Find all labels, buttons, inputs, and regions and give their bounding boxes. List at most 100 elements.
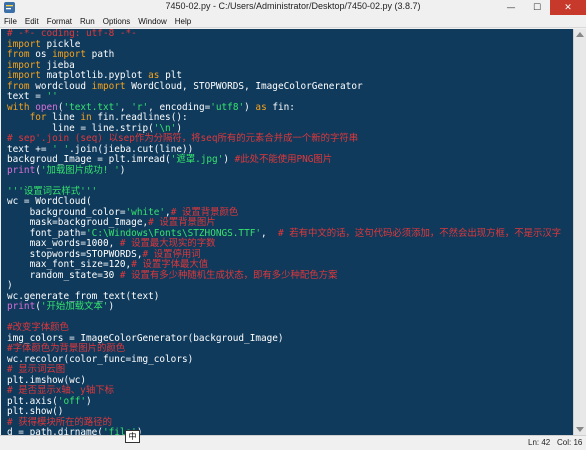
code-token: # 设置背景颜色 — [170, 206, 239, 218]
code-token: ) — [223, 154, 235, 165]
code-token: ) — [86, 395, 92, 407]
code-token: print — [7, 301, 36, 312]
code-token: wc = WordCloud( — [7, 196, 92, 207]
code-line[interactable]: print('加载图片成功! ') — [7, 164, 561, 177]
code-token: import — [7, 70, 41, 81]
code-line[interactable]: random_state=30 # 设置有多少种随机生成状态，即有多少种配色方案 — [7, 269, 561, 282]
code-token: ) — [119, 164, 126, 176]
code-token: plt.axis( — [7, 395, 58, 407]
code-token: # 若有中文的话，这句代码必须添加，不然会出现方框，不是示汉字 — [266, 227, 562, 239]
menu-run[interactable]: Run — [80, 17, 95, 26]
code-text[interactable]: # -*- coding: utf-8 -*- import pickle from… — [7, 29, 561, 435]
code-token: max_words=1000, — [7, 238, 120, 249]
title-bar[interactable]: 7450-02.py - C:/Users/Administrator/Desk… — [0, 0, 586, 15]
scroll-up-arrow-icon[interactable] — [576, 32, 584, 37]
code-line[interactable]: plt.axis('off') — [7, 395, 561, 408]
code-line[interactable]: d = path.dirname('file') — [7, 427, 561, 435]
code-token: plt.imshow(wc) — [7, 374, 87, 386]
code-token: # sep'.join (seq) 以sep作为分隔符，将seq所有的元素合并成… — [7, 133, 359, 144]
code-token: # 设置最大现实的字数 — [119, 238, 216, 249]
code-token: '' — [46, 91, 58, 102]
code-token: plt.show() — [7, 406, 64, 417]
code-token: #改变字体颜色 — [7, 322, 69, 333]
code-token: import — [52, 49, 87, 60]
code-token: pickle — [40, 38, 81, 50]
code-token: line — [46, 112, 81, 123]
code-token: font_path= — [7, 227, 87, 239]
code-token: import — [91, 80, 126, 92]
code-token: # 是否显示x轴、y轴下标 — [7, 385, 114, 396]
code-token: as — [255, 101, 267, 113]
code-token: os — [29, 49, 53, 60]
window-controls: — ☐ ✕ — [498, 0, 586, 15]
code-token: .join(jieba.cut(line)) — [69, 143, 194, 155]
code-token: backgroud_Image = plt.imread( — [7, 154, 171, 165]
code-token: # 显示词云图 — [7, 364, 66, 375]
close-button[interactable]: ✕ — [550, 0, 586, 15]
code-token: # 设置字体最大值 — [131, 259, 209, 270]
code-token: ' ' — [52, 143, 70, 155]
code-token: 'off' — [57, 395, 87, 407]
menu-bar: File Edit Format Run Options Window Help — [0, 15, 586, 28]
code-token: for — [29, 112, 47, 123]
code-line[interactable]: # -*- coding: utf-8 -*- — [7, 29, 561, 40]
code-token: mask=backgroud_Image, — [7, 217, 149, 228]
menu-options[interactable]: Options — [103, 17, 131, 26]
code-token: '开始加载文本' — [40, 301, 109, 312]
code-token: text += — [7, 143, 53, 155]
code-editor[interactable]: # -*- coding: utf-8 -*- import pickle from… — [1, 29, 573, 435]
minimize-button[interactable]: — — [498, 0, 524, 15]
code-token: d = path.dirname( — [7, 427, 103, 435]
code-token: fin: — [266, 101, 295, 113]
status-bar: Ln: 42 Col: 16 — [0, 435, 586, 450]
code-line[interactable]: from wordcloud import WordCloud, STOPWOR… — [7, 80, 561, 93]
code-token: max_font_size=120, — [7, 259, 132, 270]
menu-help[interactable]: Help — [175, 17, 191, 26]
code-token: '加载图片成功! ' — [40, 164, 120, 176]
code-token: stopwords=STOPWORDS, — [7, 248, 143, 260]
vertical-scrollbar[interactable] — [573, 29, 586, 435]
code-token: in — [80, 112, 92, 123]
code-token: 'text.txt' — [63, 101, 120, 113]
idle-window: 7450-02.py - C:/Users/Administrator/Desk… — [0, 0, 586, 450]
status-line: Ln: 42 — [528, 438, 551, 447]
code-token: from — [7, 49, 30, 60]
code-token: background_color= — [7, 206, 126, 218]
menu-edit[interactable]: Edit — [25, 17, 39, 26]
maximize-button[interactable]: ☐ — [524, 0, 550, 15]
code-token: '\n' — [153, 122, 177, 134]
code-token: fin.readlines(): — [91, 112, 188, 123]
code-token: #此处不能使用PNG图片 — [234, 154, 333, 165]
code-token: open — [35, 101, 58, 113]
code-token: with — [7, 101, 30, 113]
code-line[interactable] — [7, 313, 561, 324]
code-token: import — [7, 38, 41, 50]
code-token: ) — [244, 101, 256, 113]
code-line[interactable]: wc.recolor(color_func=img_colors) — [7, 353, 561, 366]
code-token: plt — [159, 70, 182, 81]
code-line[interactable]: print('开始加载文本') — [7, 301, 561, 313]
scroll-down-arrow-icon[interactable] — [576, 427, 584, 432]
menu-file[interactable]: File — [4, 17, 17, 26]
code-line[interactable]: from os import path — [7, 49, 561, 61]
code-token: ) — [7, 280, 13, 291]
code-token: img_colors = ImageColorGenerator(backgro… — [7, 332, 284, 344]
code-token: from — [7, 80, 30, 92]
menu-window[interactable]: Window — [138, 17, 166, 26]
code-token: line = line.strip( — [7, 122, 154, 134]
code-token: # 设置有多少种随机生成状态，即有多少种配色方案 — [119, 269, 338, 281]
code-line[interactable]: # 显示词云图 — [7, 364, 561, 376]
code-token: ) — [176, 122, 182, 134]
ime-indicator[interactable]: 中 — [125, 430, 140, 443]
code-token: import — [7, 59, 41, 71]
code-token: '''设置词云样式''' — [7, 185, 98, 197]
code-token: text = — [7, 91, 47, 102]
code-token: 'white' — [125, 206, 166, 218]
code-token: matplotlib.pyplot — [40, 70, 149, 81]
code-token: ) — [108, 301, 115, 312]
code-token: wc.recolor(color_func=img_colors) — [7, 353, 194, 365]
code-token: jieba — [40, 59, 75, 71]
menu-format[interactable]: Format — [47, 17, 72, 26]
code-token: 'utf8' — [210, 101, 245, 113]
